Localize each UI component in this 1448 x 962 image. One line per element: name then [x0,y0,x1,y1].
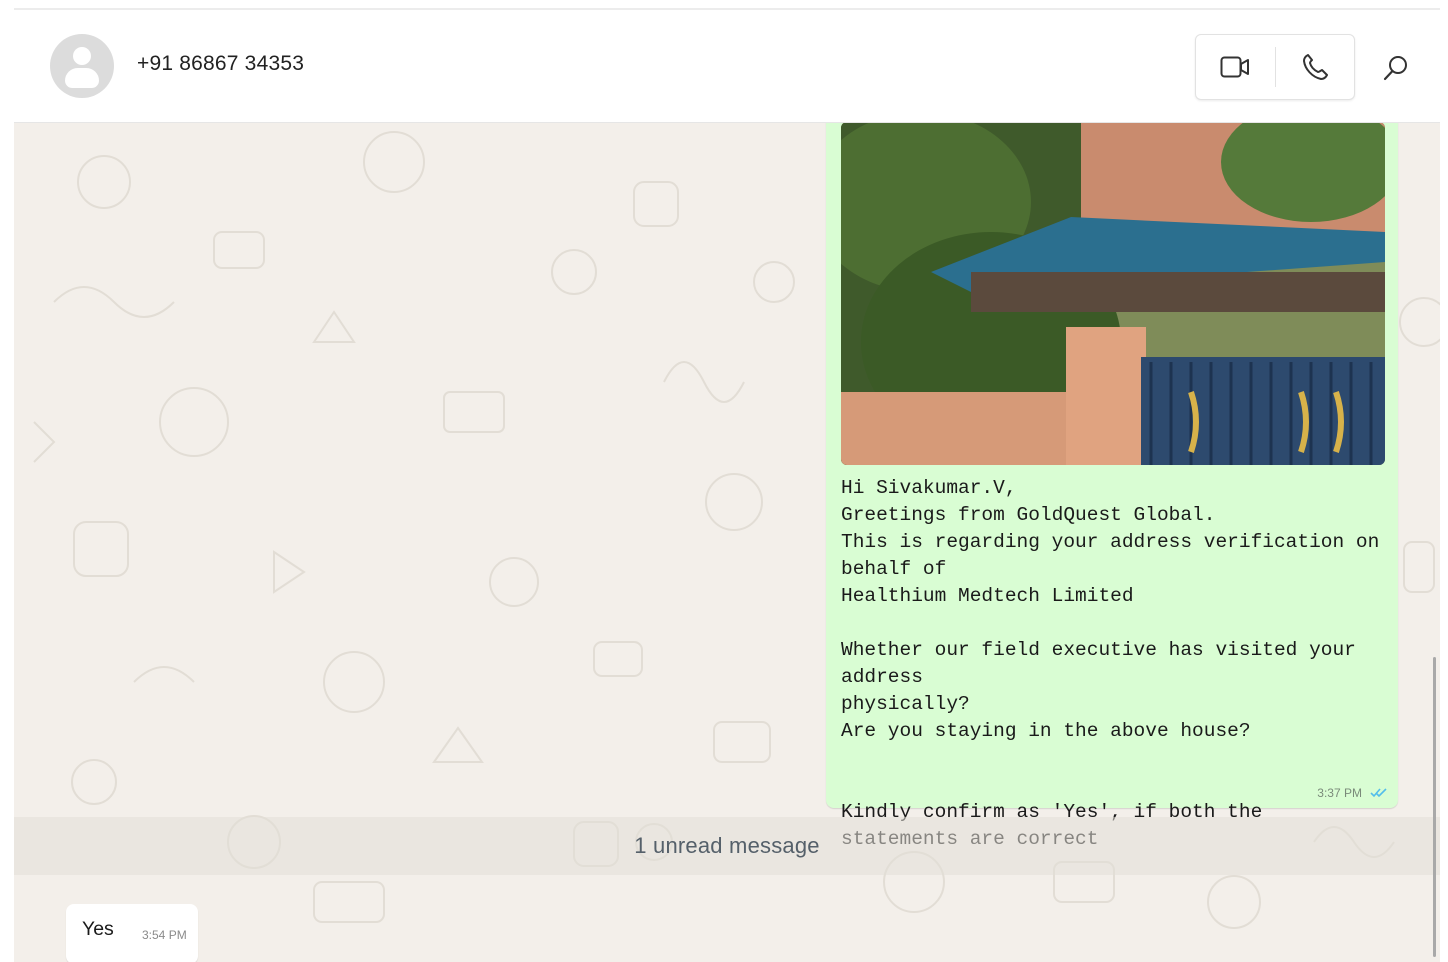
avatar-head-shape [73,47,91,65]
chat-scrollbar[interactable] [1433,657,1436,957]
search-icon [1383,56,1407,81]
chat-header: +91 86867 34353 [14,10,1440,123]
outgoing-message-time: 3:37 PM [1317,786,1362,800]
outgoing-message-text: Hi Sivakumar.V, Greetings from GoldQuest… [841,477,1380,850]
contact-avatar[interactable] [50,34,114,98]
contact-name[interactable]: +91 86867 34353 [137,52,304,76]
message-list[interactable]: Hi Sivakumar.V, Greetings from GoldQuest… [14,122,1440,962]
video-camera-icon [1220,56,1250,78]
house-photo[interactable] [841,122,1385,465]
double-check-icon [1370,788,1387,798]
outgoing-message-bubble[interactable]: Hi Sivakumar.V, Greetings from GoldQuest… [826,122,1398,850]
incoming-message-time: 3:54 PM [142,928,187,942]
house-photo-illustration [841,122,1385,465]
avatar-body-shape [65,68,99,88]
unread-separator: 1 unread message [14,817,1440,875]
chat-window: +91 86867 34353 Hi Sivakumar.V, Greeting… [14,8,1440,962]
voice-call-button[interactable] [1276,35,1355,99]
video-call-button[interactable] [1196,35,1275,99]
incoming-message-bubble[interactable]: Yes 3:54 PM [66,904,198,962]
incoming-message-text: Yes [82,918,114,940]
phone-icon [1302,54,1328,80]
call-button-group [1195,34,1355,100]
search-button[interactable] [1376,48,1416,88]
unread-separator-text: 1 unread message [634,833,820,858]
